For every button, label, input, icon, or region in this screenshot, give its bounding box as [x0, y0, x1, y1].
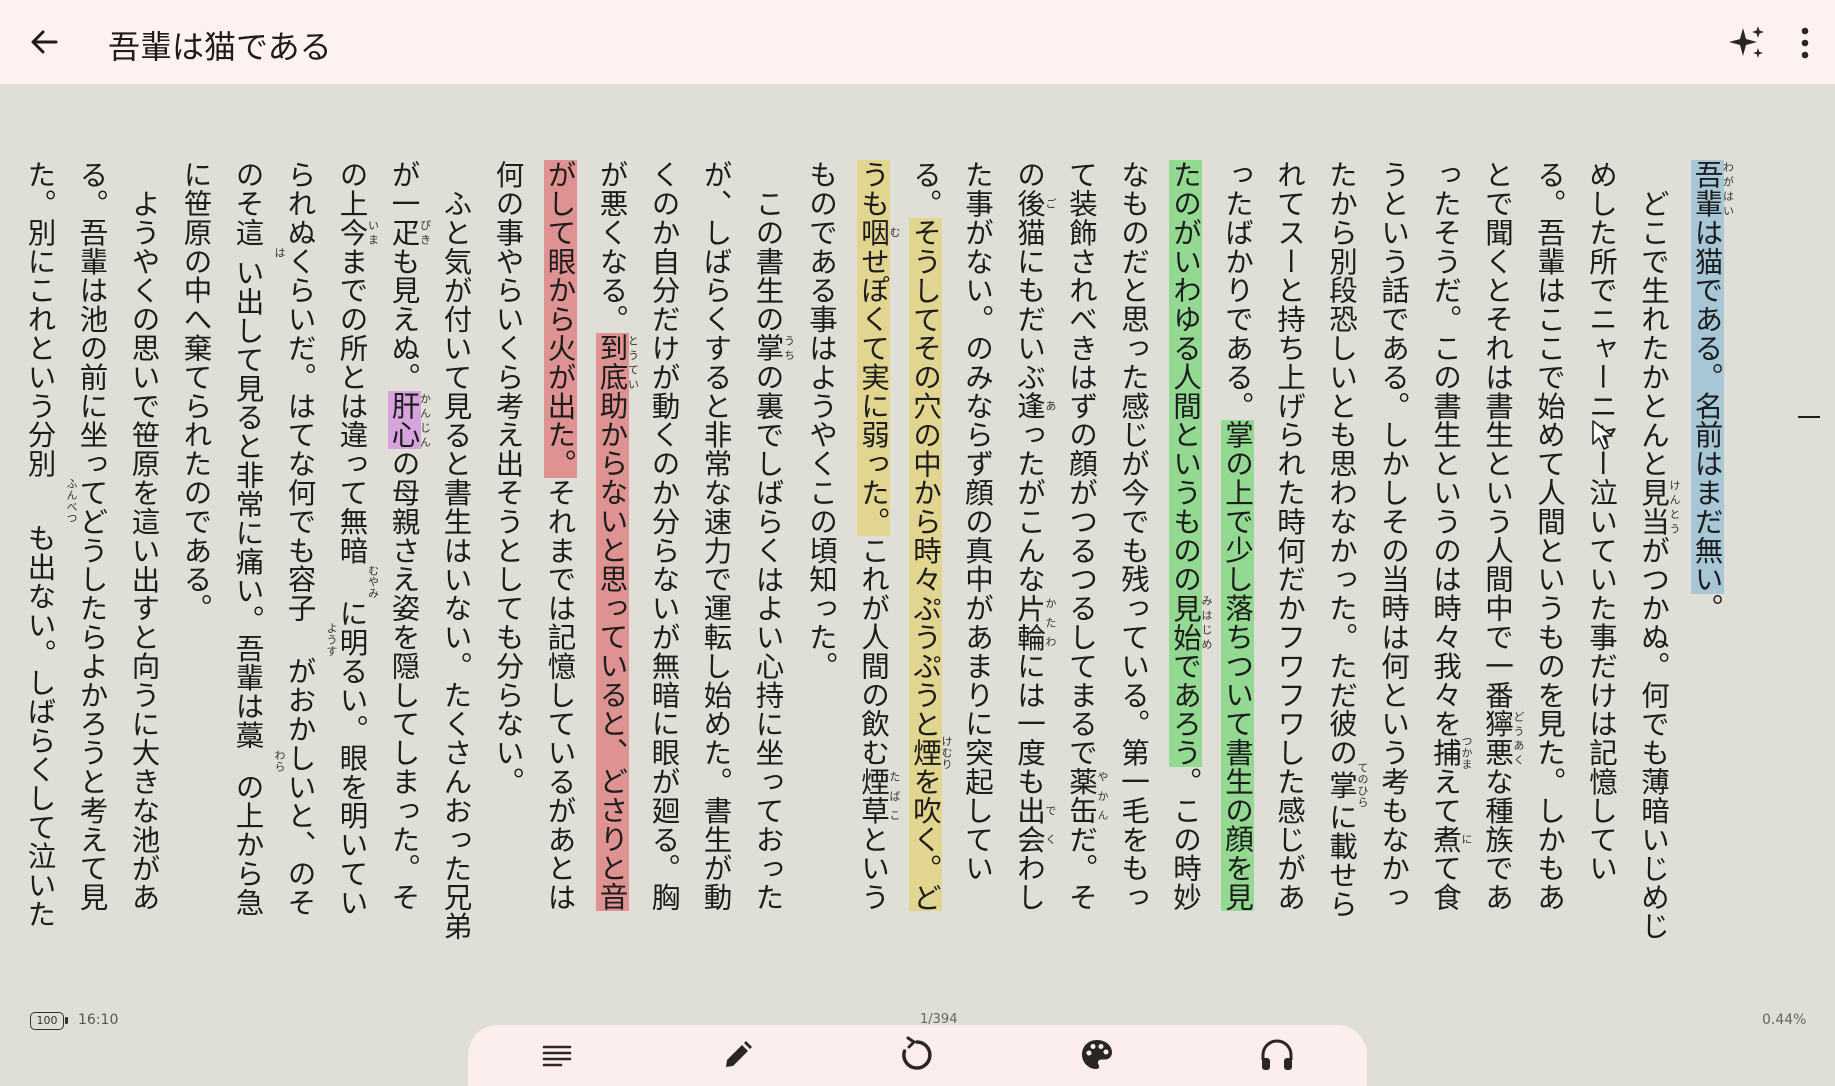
- reading-progress: 0.44%: [1762, 1012, 1807, 1028]
- clock: 16:10: [78, 1012, 119, 1028]
- book-title: 吾輩は猫である: [108, 28, 332, 66]
- paragraph: ようやくの思いで笹原を這い出すと向うに大きな池がある。吾輩は池の前に坐ってどうし…: [23, 160, 161, 929]
- theme-button[interactable]: [1075, 1033, 1119, 1077]
- list-icon: [542, 1045, 572, 1067]
- reading-area[interactable]: 吾輩わがはいは猫である。名前はまだ無い。 どこで生れたかとんと見当けんとうがつか…: [14, 160, 1734, 940]
- annotate-button[interactable]: [716, 1033, 760, 1077]
- vertical-text: 吾輩わがはいは猫である。名前はまだ無い。 どこで生れたかとんと見当けんとうがつか…: [14, 160, 1734, 940]
- more-options-button[interactable]: [1790, 22, 1820, 64]
- bottom-toolbar: [468, 1025, 1367, 1086]
- chapter-marker: 一: [1797, 404, 1821, 432]
- arrow-left-icon: [31, 30, 58, 54]
- pencil-icon: [726, 1041, 752, 1067]
- sparkles-icon: [1729, 26, 1764, 58]
- more-vertical-icon: [1801, 27, 1809, 59]
- mouse-cursor-icon: [1592, 420, 1613, 450]
- paragraph: 吾輩わがはいは猫である。名前はまだ無い。: [1690, 160, 1734, 623]
- ai-assistant-button[interactable]: [1726, 22, 1768, 64]
- headphones-icon: [1261, 1039, 1293, 1070]
- back-button[interactable]: [22, 20, 66, 64]
- highlight-blue[interactable]: 吾輩わがはいは猫である。名前はまだ無い: [1690, 160, 1734, 594]
- highlight-purple[interactable]: 肝心かんじん: [387, 391, 432, 450]
- toc-button[interactable]: [535, 1033, 579, 1077]
- paragraph: この書生の掌うちの裏でしばらくはよい心持に坐っておったが、しばらくすると非常な速…: [491, 160, 796, 912]
- battery-indicator: 100: [30, 1012, 68, 1030]
- paragraph: ふと気が付いて見ると書生はいない。たくさんおった兄弟が一疋ぴきも見えぬ。肝心かん…: [179, 160, 473, 940]
- app-bar: 吾輩は猫である: [0, 0, 1835, 84]
- tts-button[interactable]: [1255, 1033, 1299, 1077]
- paragraph: どこで生れたかとんと見当けんとうがつかぬ。何でも薄暗いじめじめした所でニャーニャ…: [805, 160, 1681, 940]
- refresh-circle-icon: [902, 1036, 932, 1070]
- palette-icon: [1082, 1040, 1112, 1069]
- auto-read-button[interactable]: [895, 1033, 939, 1077]
